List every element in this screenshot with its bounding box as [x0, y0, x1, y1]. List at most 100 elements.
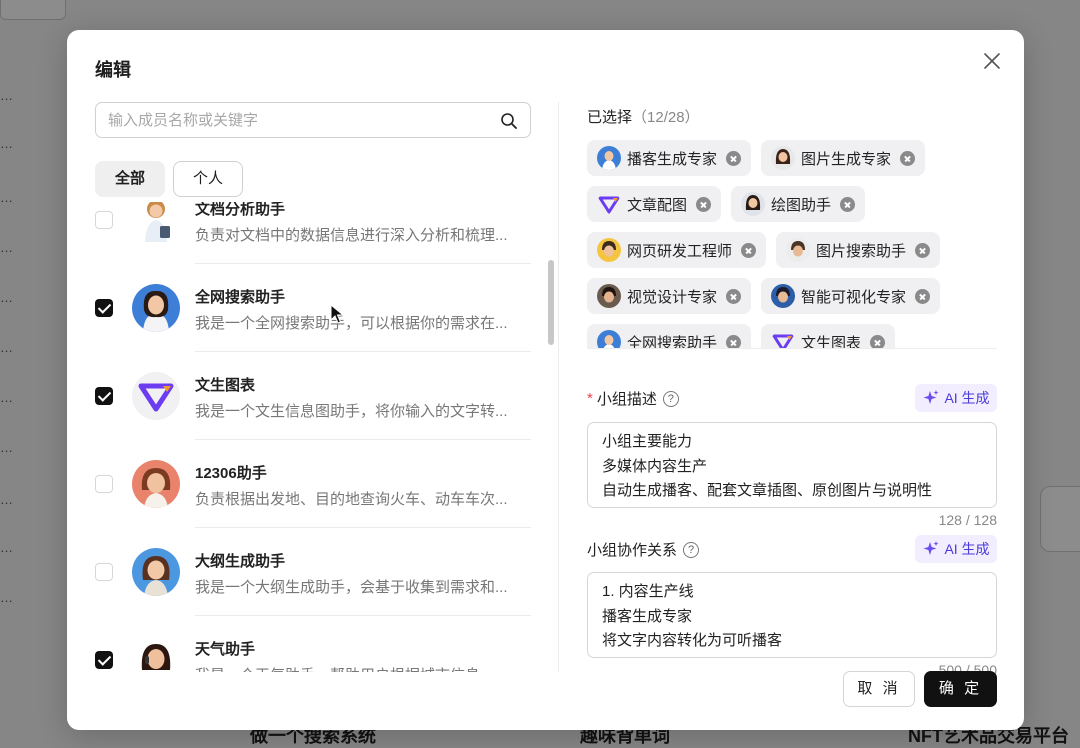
- help-icon[interactable]: ?: [683, 541, 700, 558]
- avatar: [132, 372, 180, 420]
- chip-label: 文章配图: [627, 196, 688, 214]
- char-counter: 128 / 128: [938, 512, 997, 528]
- tab-personal[interactable]: 个人: [173, 161, 244, 197]
- avatar: [771, 146, 796, 170]
- member-checkbox[interactable]: [95, 475, 113, 493]
- selected-chip: 文生图表: [761, 324, 896, 348]
- member-desc: 我是一个大纲生成助手，会基于收集到需求和...: [195, 579, 508, 596]
- member-name: 全网搜索助手: [195, 289, 286, 306]
- search-box: [95, 102, 531, 138]
- chip-remove-icon[interactable]: [915, 242, 931, 258]
- chip-label: 全网搜索助手: [627, 334, 718, 349]
- avatar: [597, 238, 621, 262]
- avatar: [598, 196, 620, 214]
- member-name: 12306助手: [195, 465, 267, 482]
- selected-chip: 图片生成专家: [761, 140, 926, 176]
- selected-chip: 网页研发工程师: [587, 232, 767, 268]
- member-name: 文档分析助手: [195, 202, 286, 218]
- selected-chip: 文章配图: [587, 186, 722, 222]
- member-item[interactable]: 全网搜索助手 我是一个全网搜索助手，可以根据你的需求在...: [95, 264, 531, 352]
- help-icon[interactable]: ?: [662, 390, 679, 407]
- tab-all[interactable]: 全部: [95, 161, 166, 197]
- list-scrollbar[interactable]: [548, 260, 554, 345]
- avatar: [132, 548, 180, 596]
- ai-generate-relation-button[interactable]: AI 生成: [915, 535, 997, 563]
- chip-remove-icon[interactable]: [840, 196, 856, 212]
- search-icon[interactable]: [500, 112, 518, 130]
- member-checkbox[interactable]: [95, 211, 113, 229]
- member-item[interactable]: 天气助手 我是一个天气助手，帮助用户根据城市信息...: [95, 616, 531, 672]
- chip-remove-icon[interactable]: [741, 242, 757, 258]
- member-item[interactable]: 文生图表 我是一个文生信息图助手，将你输入的文字转...: [95, 352, 531, 440]
- avatar: [741, 192, 766, 216]
- selected-header: 已选择（12/28）: [587, 106, 700, 127]
- member-desc: 我是一个天气助手，帮助用户根据城市信息...: [195, 664, 531, 672]
- member-desc: 我是一个全网搜索助手，可以根据你的需求在...: [195, 315, 508, 332]
- member-checkbox[interactable]: [95, 387, 113, 405]
- avatar: [132, 460, 180, 508]
- selected-chip: 播客生成专家: [587, 140, 752, 176]
- member-desc: 负责对文档中的数据信息进行深入分析和梳理...: [195, 227, 508, 244]
- chip-label: 图片搜索助手: [816, 242, 907, 260]
- required-mark: *: [587, 390, 593, 407]
- chip-label: 图片生成专家: [801, 150, 892, 168]
- member-checkbox[interactable]: [95, 299, 113, 317]
- group-desc-label: * 小组描述 ?: [587, 388, 679, 409]
- chip-remove-icon[interactable]: [726, 334, 742, 348]
- member-picker: 全部 个人 文档分析助手 负责对文档中的数据信息进行深入分析和梳理...: [95, 102, 531, 672]
- selected-chip: 全网搜索助手: [587, 324, 752, 349]
- close-icon[interactable]: [981, 50, 1003, 72]
- confirm-button[interactable]: 确 定: [924, 671, 997, 707]
- selected-chip: 视觉设计专家: [587, 278, 752, 314]
- chip-label: 视觉设计专家: [627, 288, 718, 306]
- avatar: [772, 334, 794, 348]
- chip-label: 网页研发工程师: [627, 242, 733, 260]
- member-name: 文生图表: [195, 377, 256, 394]
- chip-remove-icon[interactable]: [900, 150, 916, 166]
- selected-chip: 智能可视化专家: [761, 278, 941, 314]
- selected-count: （12/28）: [632, 109, 700, 126]
- sparkle-icon: [923, 541, 939, 555]
- panel-divider: [558, 102, 559, 672]
- selected-title: 已选择: [587, 109, 633, 126]
- chip-remove-icon[interactable]: [726, 288, 742, 304]
- search-input[interactable]: [108, 103, 488, 137]
- chip-remove-icon[interactable]: [870, 334, 886, 348]
- group-relation-label-text: 小组协作关系: [587, 542, 678, 559]
- member-checkbox[interactable]: [95, 651, 113, 669]
- sparkle-icon: [923, 390, 939, 404]
- textarea-line: 多媒体内容生产: [602, 457, 708, 475]
- cancel-button[interactable]: 取 消: [843, 671, 915, 707]
- member-item[interactable]: 12306助手 负责根据出发地、目的地查询火车、动车车次...: [95, 440, 531, 528]
- ai-generate-label: AI 生成: [944, 541, 990, 557]
- chip-remove-icon[interactable]: [726, 150, 742, 166]
- chip-remove-icon[interactable]: [915, 288, 931, 304]
- ai-generate-desc-button[interactable]: AI 生成: [915, 384, 997, 412]
- textarea-line: 小组主要能力: [602, 433, 693, 450]
- edit-group-modal: 编辑 全部 个人: [67, 30, 1024, 730]
- chip-label: 绘图助手: [771, 196, 832, 214]
- avatar: [597, 146, 621, 170]
- ai-generate-label: AI 生成: [944, 390, 990, 406]
- group-relation-textarea[interactable]: 1. 内容生产线 播客生成专家 将文字内容转化为可听播客: [587, 572, 997, 658]
- avatar: [132, 636, 180, 672]
- selected-chips[interactable]: 播客生成专家 图片生成专家 文章配图 绘图助手 网页研发工程师 图片搜索助手 视…: [587, 140, 997, 348]
- member-list[interactable]: 文档分析助手 负责对文档中的数据信息进行深入分析和梳理... 全网搜索助手 我是…: [95, 202, 531, 672]
- avatar: [132, 284, 180, 332]
- member-name: 天气助手: [195, 641, 256, 658]
- avatar: [771, 284, 796, 308]
- textarea-line: 将文字内容转化为可听播客: [602, 632, 783, 649]
- chip-label: 播客生成专家: [627, 150, 718, 168]
- member-item[interactable]: 文档分析助手 负责对文档中的数据信息进行深入分析和梳理...: [95, 202, 531, 264]
- group-desc-label-text: 小组描述: [596, 391, 657, 408]
- textarea-line: 自动生成播客、配套文章插图、原创图片与说明性: [602, 482, 933, 499]
- member-item[interactable]: 大纲生成助手 我是一个大纲生成助手，会基于收集到需求和...: [95, 528, 531, 616]
- group-relation-label: 小组协作关系 ?: [587, 539, 700, 560]
- avatar: [597, 284, 621, 308]
- group-desc-textarea[interactable]: 小组主要能力 多媒体内容生产 自动生成播客、配套文章插图、原创图片与说明性: [587, 422, 997, 508]
- member-name: 大纲生成助手: [195, 553, 286, 570]
- avatar: [786, 238, 811, 262]
- filter-tabs: 全部 个人: [95, 161, 244, 197]
- member-checkbox[interactable]: [95, 563, 113, 581]
- chip-remove-icon[interactable]: [696, 196, 712, 212]
